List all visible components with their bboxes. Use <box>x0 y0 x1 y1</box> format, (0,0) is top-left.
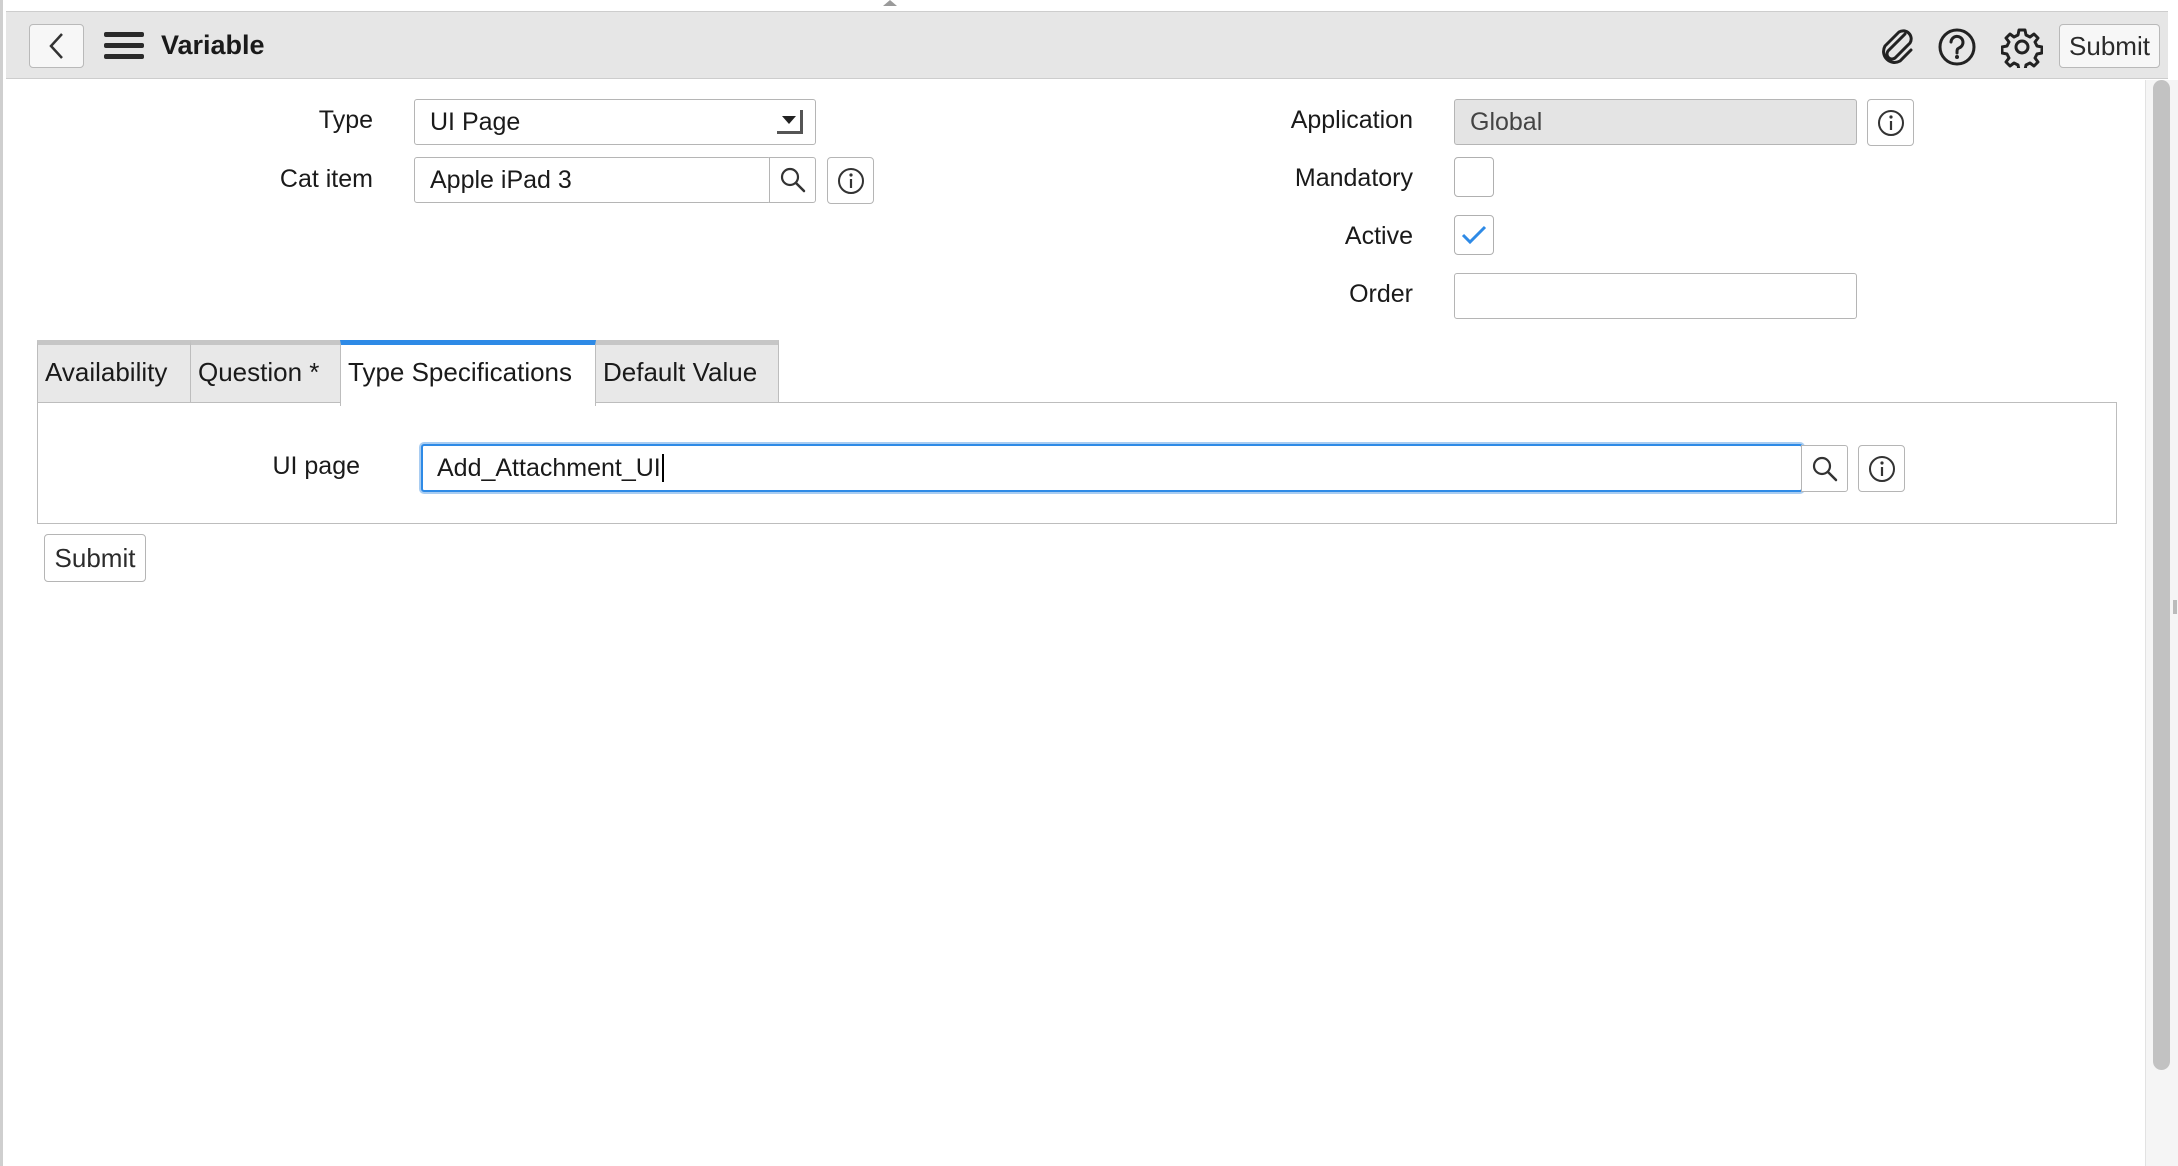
form-window: Variable Submit Type UI Page Cat item Ap… <box>0 0 2178 1166</box>
search-icon <box>1812 456 1837 481</box>
info-icon <box>837 167 864 194</box>
paperclip-icon[interactable] <box>1877 26 1919 68</box>
tab-question[interactable]: Question * <box>190 340 341 404</box>
order-label: Order <box>1349 280 1413 308</box>
search-icon <box>780 167 805 193</box>
form-submit-button[interactable]: Submit <box>44 534 146 582</box>
cat-item-label: Cat item <box>279 165 373 193</box>
application-value: Global <box>1470 107 1543 136</box>
page-title: Variable <box>161 30 265 60</box>
active-label: Active <box>1344 222 1413 250</box>
order-input[interactable] <box>1454 273 1857 319</box>
dropdown-arrow-icon <box>777 110 803 134</box>
splitter-handle[interactable] <box>2173 600 2177 614</box>
cat-item-info-button[interactable] <box>827 157 874 204</box>
ui-page-info-button[interactable] <box>1858 445 1905 492</box>
text-caret <box>661 454 664 482</box>
hamburger-menu-icon[interactable] <box>104 32 144 62</box>
application-field: Global <box>1454 99 1857 145</box>
gear-icon[interactable] <box>2001 26 2043 68</box>
application-label: Application <box>1290 106 1413 134</box>
cat-item-input[interactable]: Apple iPad 3 <box>414 157 771 203</box>
back-button[interactable] <box>29 24 84 68</box>
window-resize-notch-icon <box>883 0 897 6</box>
type-label: Type <box>318 106 373 134</box>
checkmark-icon <box>1461 225 1487 245</box>
cat-item-lookup-button[interactable] <box>769 157 816 203</box>
active-checkbox[interactable] <box>1454 215 1494 255</box>
info-icon <box>1877 109 1904 136</box>
type-select[interactable]: UI Page <box>414 99 816 145</box>
header-submit-button[interactable]: Submit <box>2059 24 2160 68</box>
tab-type-specifications[interactable]: Type Specifications <box>340 340 596 406</box>
ui-page-label: UI page <box>272 452 360 480</box>
back-chevron-icon <box>48 33 63 59</box>
help-icon[interactable] <box>1936 26 1978 68</box>
ui-page-value: Add_Attachment_UI <box>437 453 661 482</box>
type-select-value: UI Page <box>430 107 521 136</box>
scrollbar-thumb[interactable] <box>2153 80 2170 1070</box>
info-icon <box>1868 455 1895 482</box>
cat-item-value: Apple iPad 3 <box>430 165 572 194</box>
ui-page-lookup-button[interactable] <box>1801 445 1848 492</box>
tab-availability[interactable]: Availability <box>37 340 191 404</box>
ui-page-input[interactable]: Add_Attachment_UI <box>421 444 1803 492</box>
application-info-button[interactable] <box>1867 99 1914 146</box>
form-header: Variable Submit <box>6 11 2168 79</box>
mandatory-label: Mandatory <box>1294 164 1413 192</box>
mandatory-checkbox[interactable] <box>1454 157 1494 197</box>
tab-default-value[interactable]: Default Value <box>595 340 779 404</box>
